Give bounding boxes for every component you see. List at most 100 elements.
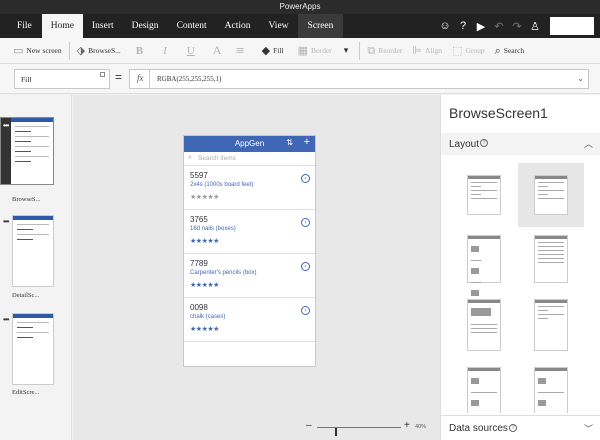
star-icon: ★ bbox=[213, 282, 219, 289]
formula-bar: Fill = fx RGBA(255,255,255,1) ⌄ bbox=[0, 64, 600, 94]
account-box[interactable] bbox=[550, 17, 594, 35]
layout-option[interactable] bbox=[451, 295, 517, 359]
more-options-icon[interactable]: ••• bbox=[3, 121, 9, 130]
data-sources-section-header[interactable]: Data sources ? ﹀ bbox=[441, 415, 600, 440]
formula-value: RGBA(255,255,255,1) bbox=[157, 75, 222, 83]
equals-sign: = bbox=[115, 70, 123, 84]
play-icon[interactable]: ▶ bbox=[472, 14, 490, 38]
star-icon: ★ bbox=[213, 326, 219, 333]
more-options-icon[interactable]: ••• bbox=[3, 315, 9, 324]
screen-label-browse: BrowseS... bbox=[12, 196, 41, 203]
item-name: chalk (cases) bbox=[190, 314, 226, 320]
group-button[interactable]: ⬚ Group bbox=[447, 38, 490, 64]
layout-option-selected[interactable] bbox=[518, 163, 584, 227]
chevron-down-icon[interactable]: ﹀ bbox=[584, 422, 593, 435]
tab-home[interactable]: Home bbox=[41, 14, 83, 38]
menu-right-tools: ☺ ? ▶ ↶ ↷ ♙ bbox=[436, 14, 600, 38]
tab-insert[interactable]: Insert bbox=[83, 14, 123, 38]
chevron-down-icon[interactable]: ⌄ bbox=[577, 74, 584, 83]
tab-file[interactable]: File bbox=[0, 14, 42, 38]
sort-icon[interactable]: ⇅ bbox=[286, 138, 293, 147]
italic-button[interactable]: I bbox=[153, 38, 177, 64]
property-dropdown[interactable]: Fill bbox=[14, 69, 110, 89]
layout-section-header[interactable]: Layout ? ︿ bbox=[441, 133, 600, 155]
arrow-right-icon[interactable]: › bbox=[301, 174, 310, 183]
design-canvas[interactable]: AppGen ⇅ + ⌕ Search items 5597 2x4s (1000… bbox=[73, 95, 440, 440]
fill-button[interactable]: ◆ Fill bbox=[254, 38, 292, 64]
gallery-item[interactable]: 0098 chalk (cases) ★★★★★ › bbox=[184, 298, 315, 342]
ribbon-expand-button[interactable]: ▾ bbox=[338, 38, 358, 64]
search-icon: ⌕ bbox=[188, 154, 192, 161]
zoom-slider-handle[interactable] bbox=[334, 428, 337, 436]
gallery-item[interactable]: 3765 16d nails (boxes) ★★★★★ › bbox=[184, 210, 315, 254]
info-icon[interactable]: ? bbox=[480, 139, 488, 147]
properties-panel: BrowseScreen1 Layout ? ︿ Data sources ? … bbox=[440, 95, 600, 440]
zoom-control: – + 40% bbox=[301, 420, 431, 436]
app-title: AppGen bbox=[234, 139, 265, 148]
layout-option[interactable] bbox=[518, 295, 584, 359]
more-options-icon[interactable]: ••• bbox=[3, 217, 9, 226]
layout-thumbnail bbox=[467, 299, 501, 351]
align-button[interactable]: ⊫ Align bbox=[407, 38, 447, 64]
zoom-slider[interactable] bbox=[317, 427, 401, 436]
star-icon: ★ bbox=[213, 238, 219, 245]
help-icon[interactable]: ? bbox=[454, 14, 472, 38]
info-icon[interactable]: ? bbox=[509, 424, 517, 432]
formula-input[interactable]: fx RGBA(255,255,255,1) ⌄ bbox=[129, 69, 589, 89]
item-name: 16d nails (boxes) bbox=[190, 226, 236, 232]
search-button[interactable]: ⌕ Search bbox=[490, 38, 530, 64]
browse-screen-button[interactable]: ⬗ BrowseS... bbox=[72, 38, 126, 64]
arrow-right-icon[interactable]: › bbox=[301, 218, 310, 227]
thumb-header bbox=[13, 216, 53, 220]
smiley-icon[interactable]: ☺ bbox=[436, 14, 454, 38]
layout-option[interactable] bbox=[451, 163, 517, 227]
tab-content[interactable]: Content bbox=[168, 14, 216, 38]
user-icon[interactable]: ♙ bbox=[526, 14, 544, 38]
align-text-button[interactable]: ≡ bbox=[229, 38, 253, 64]
zoom-in-button[interactable]: + bbox=[404, 420, 410, 431]
tab-view[interactable]: View bbox=[260, 14, 298, 38]
screen-thumbnail-detail[interactable] bbox=[12, 215, 54, 287]
arrow-right-icon[interactable]: › bbox=[301, 262, 310, 271]
underline-button[interactable]: U bbox=[177, 38, 205, 64]
tab-screen[interactable]: Screen bbox=[297, 14, 344, 38]
search-icon: ⌕ bbox=[494, 43, 501, 57]
window-title: PowerApps bbox=[279, 2, 321, 11]
gallery: 5597 2x4s (1000s board feet) ★★★★★ › 3765 16d… bbox=[184, 166, 315, 342]
tab-design[interactable]: Design bbox=[123, 14, 168, 38]
bold-label: B bbox=[135, 44, 144, 57]
undo-icon[interactable]: ↶ bbox=[490, 14, 508, 38]
redo-icon[interactable]: ↷ bbox=[508, 14, 526, 38]
arrow-right-icon[interactable]: › bbox=[301, 306, 310, 315]
screens-panel: ••• BrowseS... ••• DetailSc... ••• EditS… bbox=[0, 95, 72, 440]
gallery-item[interactable]: 5597 2x4s (1000s board feet) ★★★★★ › bbox=[184, 166, 315, 210]
underline-label: U bbox=[186, 44, 195, 57]
layout-option[interactable] bbox=[451, 363, 517, 413]
layout-option[interactable] bbox=[518, 229, 584, 293]
item-name: 2x4s (1000s board feet) bbox=[190, 182, 254, 188]
layout-option[interactable] bbox=[518, 363, 584, 413]
selected-screen-title: BrowseScreen1 bbox=[449, 105, 548, 121]
reorder-button[interactable]: ⧉ Reorder bbox=[362, 38, 407, 64]
rating-stars: ★★★★★ bbox=[190, 281, 219, 289]
thumb-header bbox=[13, 314, 53, 318]
chevron-up-icon[interactable]: ︿ bbox=[584, 137, 593, 150]
tab-action[interactable]: Action bbox=[216, 14, 260, 38]
app-screen-preview[interactable]: AppGen ⇅ + ⌕ Search items 5597 2x4s (1000… bbox=[183, 135, 316, 367]
layout-option[interactable] bbox=[451, 229, 517, 296]
layout-thumbnail bbox=[534, 299, 568, 351]
new-screen-label: New screen bbox=[26, 46, 62, 55]
screen-thumbnail-edit[interactable] bbox=[12, 313, 54, 385]
screen-label-edit: EditScre... bbox=[12, 389, 40, 396]
new-screen-button[interactable]: ▭ New screen bbox=[8, 38, 67, 64]
reorder-label: Reorder bbox=[378, 46, 403, 55]
bold-button[interactable]: B bbox=[126, 38, 153, 64]
align-icon: ⊫ bbox=[412, 44, 422, 57]
item-name: Carpenter's pencils (box) bbox=[190, 270, 257, 276]
add-icon[interactable]: + bbox=[304, 136, 310, 148]
app-search-box[interactable]: ⌕ Search items bbox=[184, 152, 315, 166]
font-button[interactable]: A bbox=[205, 38, 230, 64]
zoom-out-button[interactable]: – bbox=[306, 420, 312, 431]
gallery-item[interactable]: 7789 Carpenter's pencils (box) ★★★★★ › bbox=[184, 254, 315, 298]
border-button[interactable]: ▦ Border bbox=[292, 38, 338, 64]
